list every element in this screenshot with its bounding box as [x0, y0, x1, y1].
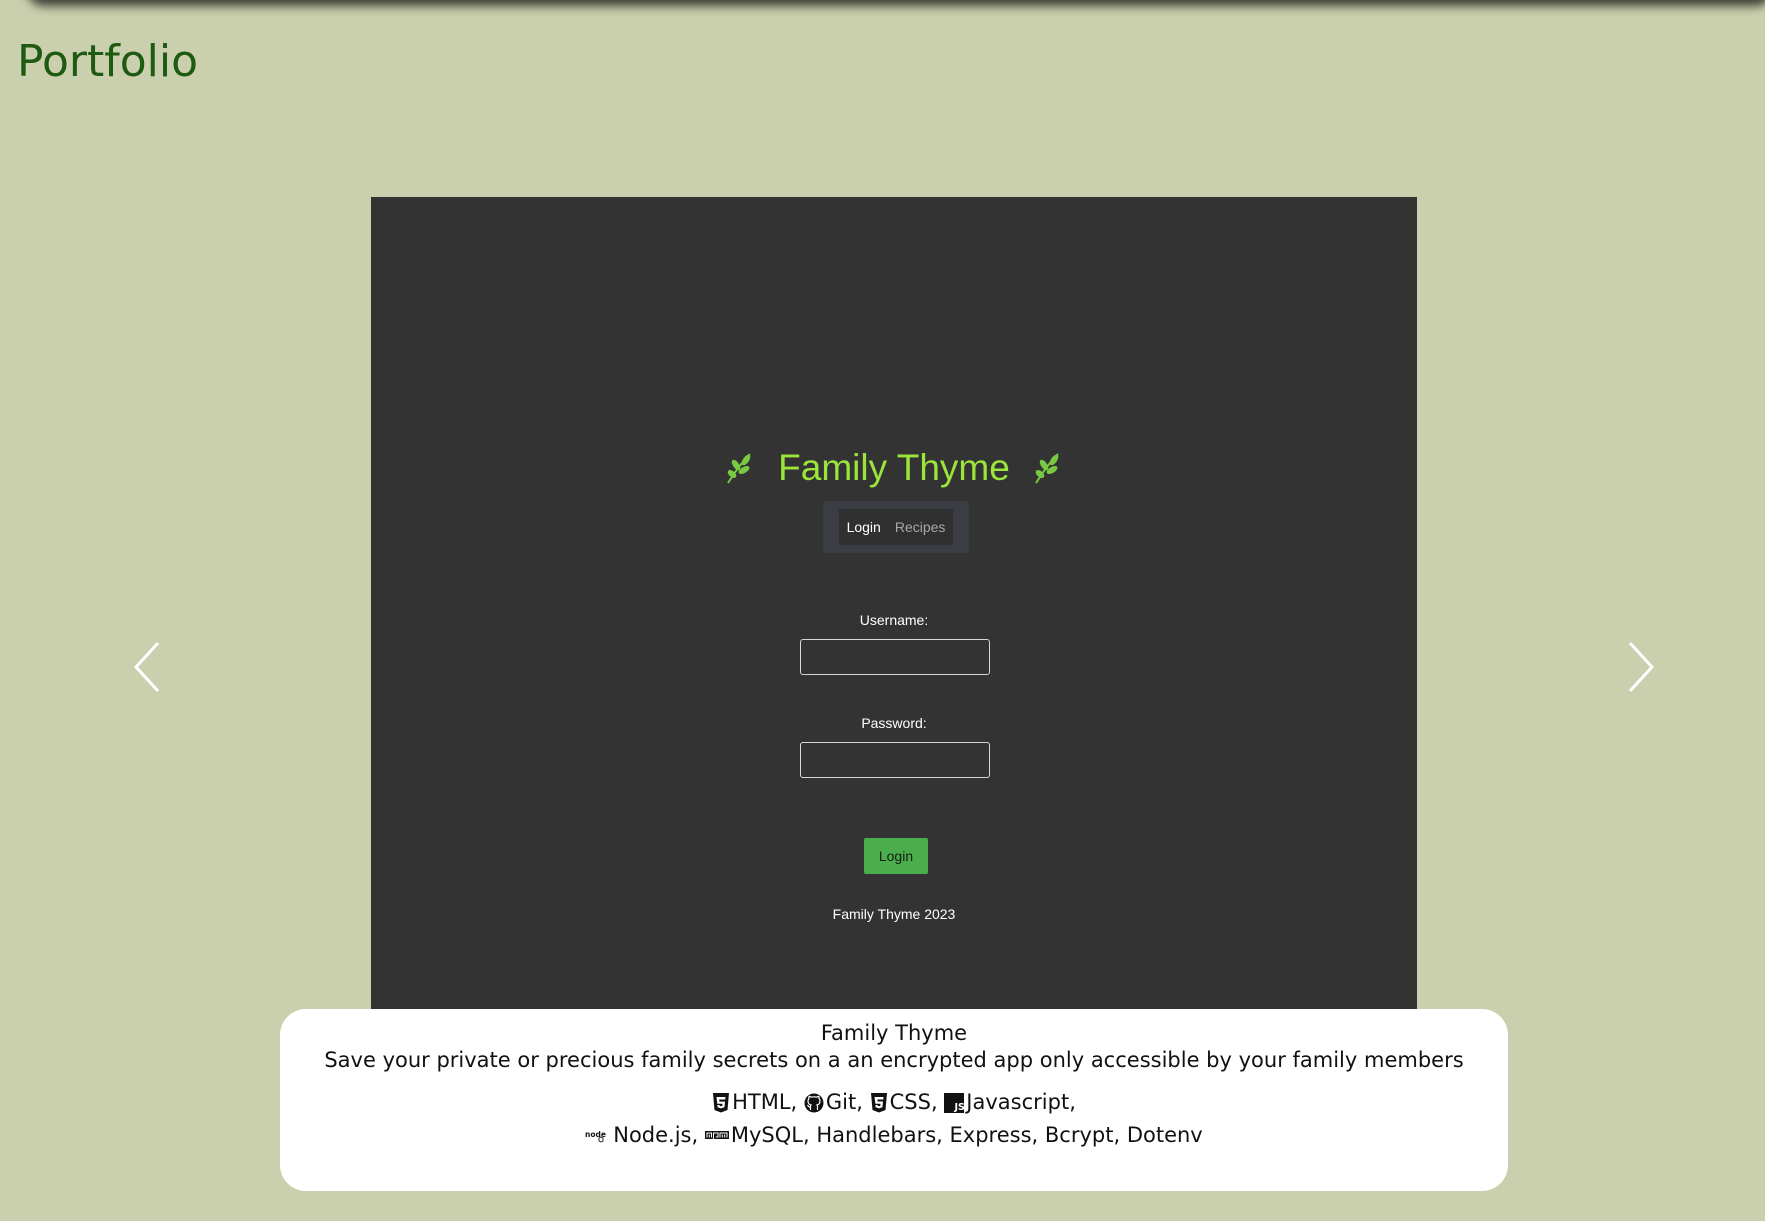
chevron-left-icon	[133, 641, 160, 693]
html5-icon	[713, 1092, 730, 1112]
tech-item: MySQL	[704, 1119, 803, 1152]
username-field	[800, 639, 990, 675]
thyme-leaf-icon	[727, 453, 751, 484]
tech-name: Git	[825, 1090, 857, 1114]
thyme-leaf-icon	[1034, 453, 1059, 484]
tech-item: HTML	[712, 1086, 791, 1119]
tech-item: Git	[804, 1086, 856, 1119]
tech-item: node Node.js	[585, 1119, 691, 1152]
tech-name: Node.js	[613, 1123, 692, 1147]
tech-name: Bcrypt	[1044, 1123, 1114, 1147]
svg-text:JS: JS	[954, 1102, 965, 1113]
javascript-icon: JS	[944, 1092, 965, 1113]
npm-icon	[704, 1130, 729, 1139]
tech-name: Javascript	[966, 1090, 1070, 1114]
nodejs-icon: node	[585, 1130, 606, 1143]
password-field	[800, 742, 990, 778]
tech-list-2: node Node.js , MySQL , Handlebars , Expr…	[280, 1119, 1508, 1152]
app-footer: Family Thyme 2023	[832, 906, 956, 922]
css3-icon	[870, 1092, 887, 1112]
tech-name: HTML	[732, 1090, 791, 1114]
tech-name: Dotenv	[1126, 1123, 1203, 1147]
tech-item: JS Javascript	[944, 1086, 1069, 1119]
project-title: Family Thyme	[820, 1021, 968, 1045]
project-description: Save your private or precious family sec…	[324, 1048, 1464, 1072]
tech-item: Dotenv	[1127, 1119, 1203, 1152]
carousel-prev-button[interactable]	[128, 639, 168, 695]
tech-item: Handlebars	[816, 1119, 936, 1152]
project-screenshot: Family Thyme Login Recipes Username: Pas…	[371, 197, 1417, 1009]
tech-name: MySQL	[730, 1123, 803, 1147]
app-nav: Login Recipes	[823, 501, 969, 553]
tech-item: Bcrypt	[1045, 1119, 1114, 1152]
page-title: Portfolio	[17, 36, 199, 87]
app-login-button: Login	[864, 838, 928, 874]
password-label: Password:	[861, 715, 927, 731]
chevron-right-icon	[1628, 641, 1655, 693]
app-title: Family Thyme	[371, 443, 1417, 493]
app-title-text: Family Thyme	[778, 447, 1010, 488]
app-nav-recipes: Recipes	[894, 519, 946, 535]
tech-list-1: HTML , Git , CSS , JS Javascript ,	[280, 1086, 1508, 1119]
github-icon	[804, 1093, 824, 1112]
project-caption: Family Thyme Save your private or precio…	[280, 1009, 1508, 1191]
tech-item: Express	[950, 1119, 1032, 1152]
tech-name: CSS	[889, 1090, 931, 1114]
tech-item: CSS	[870, 1086, 931, 1119]
username-label: Username:	[859, 612, 929, 628]
carousel-next-button[interactable]	[1620, 639, 1660, 695]
tech-name: Handlebars	[816, 1123, 937, 1147]
app-nav-login: Login	[846, 519, 881, 535]
tech-name: Express	[949, 1123, 1032, 1147]
